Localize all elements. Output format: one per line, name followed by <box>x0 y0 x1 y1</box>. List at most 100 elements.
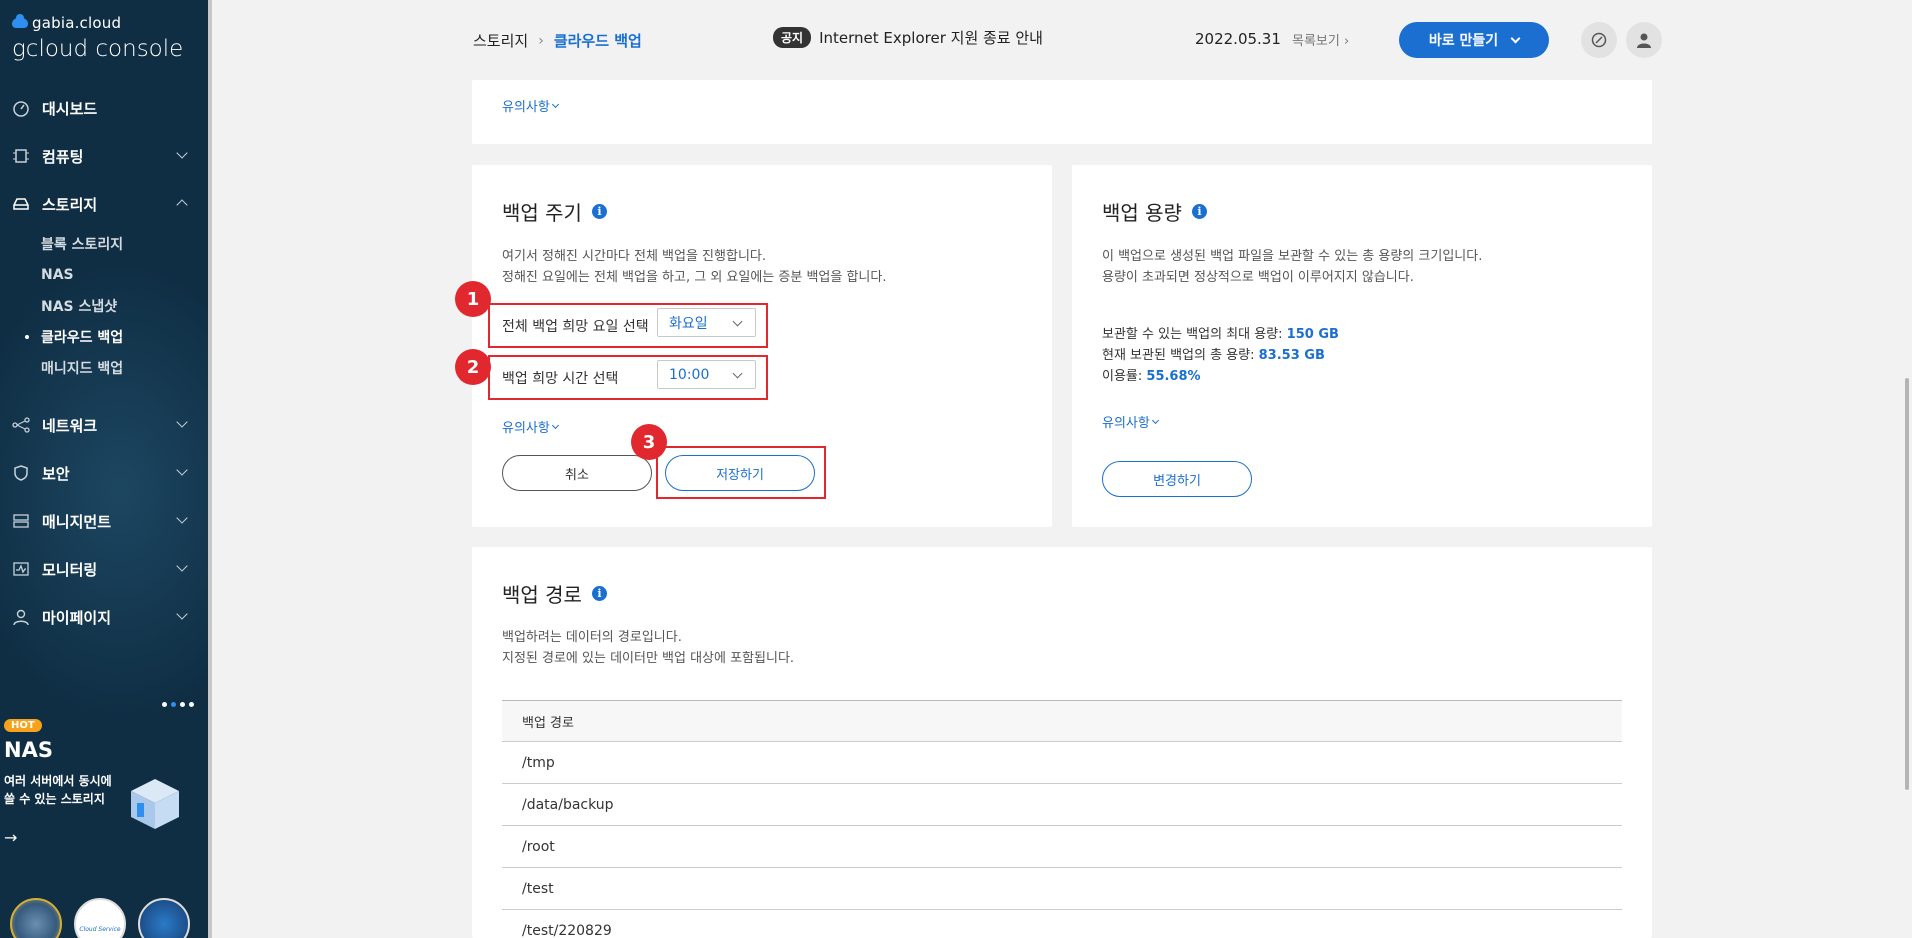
cloud-service-badge-icon: Cloud Service <box>74 898 126 938</box>
chevron-down-icon <box>176 608 188 620</box>
table-header: 백업 경로 <box>502 700 1622 742</box>
notes-toggle[interactable]: 유의사항 <box>1102 412 1159 431</box>
chevron-down-icon <box>1510 33 1521 43</box>
stat-label: 보관할 수 있는 백업의 최대 용량: <box>1102 327 1283 342</box>
sidebar-item-computing[interactable]: 컴퓨팅 <box>0 132 208 180</box>
promo-banner[interactable]: HOT NAS 여러 서버에서 동시에 쓸 수 있는 스토리지 → <box>0 686 208 876</box>
notice-banner[interactable]: 공지 Internet Explorer 지원 종료 안내 <box>773 27 1043 48</box>
description-line: 이 백업으로 생성된 백업 파일을 보관할 수 있는 총 용량의 크기입니다. <box>1102 249 1483 264</box>
carousel-dots[interactable] <box>162 702 194 707</box>
used-capacity-value: 83.53 GB <box>1258 348 1325 363</box>
info-icon[interactable]: i <box>1191 204 1207 219</box>
profile-button[interactable] <box>1626 22 1662 58</box>
backup-cycle-description: 여기서 정해진 시간마다 전체 백업을 진행합니다. 정해진 요일에는 전체 백… <box>502 246 886 288</box>
description-line: 정해진 요일에는 전체 백업을 하고, 그 외 요일에는 증분 백업을 합니다. <box>502 270 887 285</box>
chevron-up-icon <box>176 199 188 211</box>
annotation-box-1 <box>488 303 768 348</box>
capacity-stats: 보관할 수 있는 백업의 최대 용량: 150 GB 현재 보관된 백업의 총 … <box>1102 324 1339 387</box>
shield-icon <box>11 463 31 483</box>
carousel-dot[interactable] <box>162 702 167 707</box>
change-capacity-button[interactable]: 변경하기 <box>1102 461 1252 497</box>
info-icon[interactable]: i <box>591 586 607 601</box>
chevron-down-icon <box>551 421 559 429</box>
certification-badge-icon <box>10 898 62 938</box>
sidebar-subitem-cloud-backup[interactable]: 클라우드 백업 <box>0 321 208 352</box>
sidebar-subitem-block-storage[interactable]: 블록 스토리지 <box>0 228 208 259</box>
upper-card: 유의사항 <box>472 80 1652 144</box>
create-now-label: 바로 만들기 <box>1428 33 1499 49</box>
backup-capacity-description: 이 백업으로 생성된 백업 파일을 보관할 수 있는 총 용량의 크기입니다. … <box>1102 246 1482 288</box>
sidebar-subitem-nas-snapshot[interactable]: NAS 스냅샷 <box>0 290 208 321</box>
top-header: 스토리지 › 클라우드 백업 공지 Internet Explorer 지원 종… <box>212 0 1912 80</box>
chevron-down-icon <box>176 560 188 572</box>
sidebar-item-label: 마이페이지 <box>42 608 112 627</box>
badge-text: Cloud Service <box>79 925 121 933</box>
scrollbar-thumb[interactable] <box>1905 378 1909 790</box>
chevron-down-icon <box>176 464 188 476</box>
breadcrumb-separator-icon: › <box>538 32 544 49</box>
logo-small-text: gabia.cloud <box>32 14 122 32</box>
table-row[interactable]: /test/220829 <box>502 910 1622 938</box>
used-capacity-stat: 현재 보관된 백업의 총 용량: 83.53 GB <box>1102 345 1339 366</box>
sidebar-scrollbar[interactable] <box>208 0 212 938</box>
annotation-box-2 <box>488 355 768 400</box>
breadcrumb: 스토리지 › 클라우드 백업 <box>473 30 642 51</box>
usage-rate-stat: 이용률: 55.68% <box>1102 366 1339 387</box>
info-icon[interactable]: i <box>591 204 607 219</box>
notes-toggle[interactable]: 유의사항 <box>502 96 559 115</box>
arrow-right-icon[interactable]: → <box>4 828 17 847</box>
notice-list-link[interactable]: 목록보기 › <box>1292 30 1349 49</box>
sidebar-subitem-managed-backup[interactable]: 매니지드 백업 <box>0 352 208 383</box>
sidebar-item-management[interactable]: 매니지먼트 <box>0 497 208 545</box>
table-row[interactable]: /test <box>502 868 1622 910</box>
breadcrumb-current: 클라우드 백업 <box>553 32 642 50</box>
notes-label: 유의사항 <box>502 421 550 436</box>
sidebar-item-storage[interactable]: 스토리지 <box>0 180 208 228</box>
console-logo[interactable]: gcloud console <box>12 36 183 62</box>
backup-cycle-title: 백업 주기 <box>502 201 582 225</box>
table-row[interactable]: /tmp <box>502 742 1622 784</box>
max-capacity-value: 150 GB <box>1286 327 1339 342</box>
sidebar-item-security[interactable]: 보안 <box>0 449 208 497</box>
sidebar-item-label: 모니터링 <box>42 560 98 579</box>
dashboard-icon <box>11 98 31 118</box>
sidebar-subitem-nas[interactable]: NAS <box>0 259 208 290</box>
sidebar-item-network[interactable]: 네트워크 <box>0 401 208 449</box>
chat-button[interactable] <box>1581 22 1617 58</box>
notice-text[interactable]: Internet Explorer 지원 종료 안내 <box>819 27 1043 48</box>
sidebar-item-mypage[interactable]: 마이페이지 <box>0 593 208 641</box>
user-icon <box>11 607 31 627</box>
sidebar-item-dashboard[interactable]: 대시보드 <box>0 84 208 132</box>
sidebar-item-label: 스토리지 <box>42 195 98 214</box>
sidebar-item-label: 보안 <box>42 464 70 483</box>
gabia-logo[interactable]: gabia.cloud <box>12 14 121 32</box>
notice-tag: 공지 <box>773 27 812 48</box>
carousel-dot[interactable] <box>189 702 194 707</box>
annotation-box-3 <box>656 446 826 499</box>
cancel-button[interactable]: 취소 <box>502 455 652 491</box>
network-icon <box>11 415 31 435</box>
description-line: 백업하려는 데이터의 경로입니다. <box>502 630 682 645</box>
sidebar-item-label: 대시보드 <box>42 99 98 118</box>
sidebar-item-monitoring[interactable]: 모니터링 <box>0 545 208 593</box>
stat-label: 이용률: <box>1102 369 1143 384</box>
stat-label: 현재 보관된 백업의 총 용량: <box>1102 348 1255 363</box>
table-row[interactable]: /root <box>502 826 1622 868</box>
hot-badge: HOT <box>4 719 42 732</box>
card-title: 백업 주기 i <box>502 197 607 226</box>
chevron-down-icon <box>176 416 188 428</box>
backup-path-title: 백업 경로 <box>502 583 582 607</box>
carousel-dot-active[interactable] <box>171 702 176 707</box>
description-line: 여기서 정해진 시간마다 전체 백업을 진행합니다. <box>502 249 766 264</box>
annotation-marker-1: 1 <box>455 281 491 317</box>
backup-path-description: 백업하려는 데이터의 경로입니다. 지정된 경로에 있는 데이터만 백업 대상에… <box>502 627 794 669</box>
card-title: 백업 경로 i <box>502 579 607 608</box>
table-row[interactable]: /data/backup <box>502 784 1622 826</box>
carousel-dot[interactable] <box>180 702 185 707</box>
csap-badge-icon <box>138 898 190 938</box>
notes-toggle[interactable]: 유의사항 <box>502 417 559 436</box>
create-now-button[interactable]: 바로 만들기 <box>1399 22 1549 58</box>
breadcrumb-parent[interactable]: 스토리지 <box>473 30 528 51</box>
description-line: 용량이 초과되면 정상적으로 백업이 이루어지지 않습니다. <box>1102 270 1414 285</box>
main-scrollbar[interactable] <box>1902 0 1912 938</box>
